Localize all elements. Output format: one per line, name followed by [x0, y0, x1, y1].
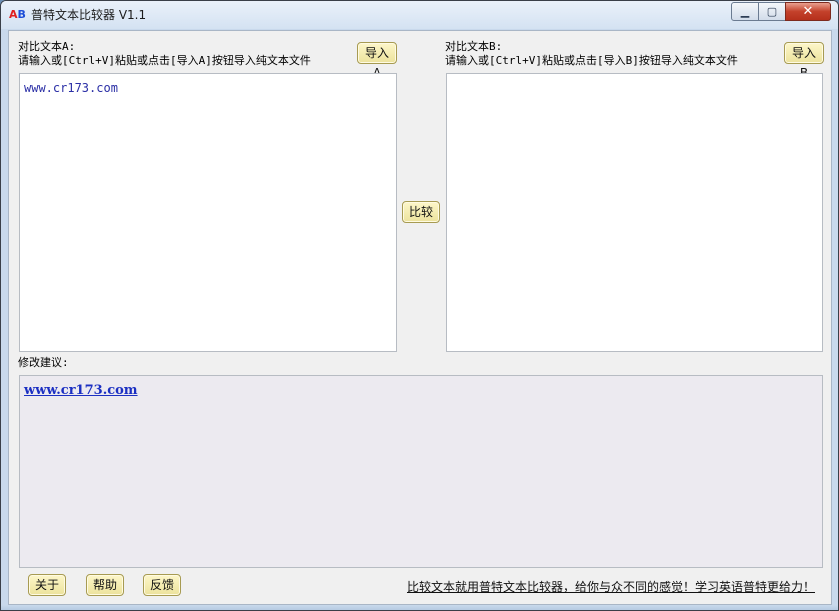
close-icon: ✕ [802, 4, 814, 19]
minimize-button[interactable]: ▁ [731, 2, 759, 21]
suggestion-text: www.cr173.com [24, 383, 138, 398]
window-title: 普特文本比较器 V1.1 [31, 8, 147, 22]
feedback-button[interactable]: 反馈 [143, 574, 181, 596]
title-bar[interactable]: AB 普特文本比较器 V1.1 ▁ ▢ ✕ [1, 1, 838, 29]
about-button[interactable]: 关于 [28, 574, 66, 596]
close-button[interactable]: ✕ [785, 2, 831, 21]
text-b-input[interactable] [446, 73, 823, 352]
import-a-button[interactable]: 导入A [357, 42, 397, 80]
panel-a-hint: 请输入或[Ctrl+V]粘贴或点击[导入A]按钮导入纯文本文件 [18, 54, 311, 67]
help-button[interactable]: 帮助 [86, 574, 124, 596]
taskbar-edge [1, 605, 838, 610]
text-a-input[interactable]: www.cr173.com [19, 73, 397, 352]
panel-b-hint: 请输入或[Ctrl+V]粘贴或点击[导入B]按钮导入纯文本文件 [445, 54, 738, 67]
suggestion-output[interactable]: www.cr173.com [19, 375, 823, 568]
import-b-button[interactable]: 导入B [784, 42, 824, 80]
maximize-icon: ▢ [766, 5, 778, 18]
panel-b-label: 对比文本B: [445, 40, 503, 53]
compare-button[interactable]: 比较 [402, 201, 440, 223]
panel-a-label: 对比文本A: [18, 40, 76, 53]
suggestion-label: 修改建议: [18, 356, 69, 369]
maximize-button[interactable]: ▢ [758, 2, 786, 21]
main-panel: 对比文本A: 请输入或[Ctrl+V]粘贴或点击[导入A]按钮导入纯文本文件 导… [8, 30, 832, 605]
app-logo-icon: AB [9, 8, 26, 21]
slogan-link[interactable]: 比较文本就用普特文本比较器，给你与众不同的感觉！学习英语普特更给力！ [407, 578, 815, 595]
app-window: AB 普特文本比较器 V1.1 ▁ ▢ ✕ 对比文本A: 请输入或[Ctrl+V… [0, 0, 839, 611]
minimize-icon: ▁ [740, 5, 750, 18]
